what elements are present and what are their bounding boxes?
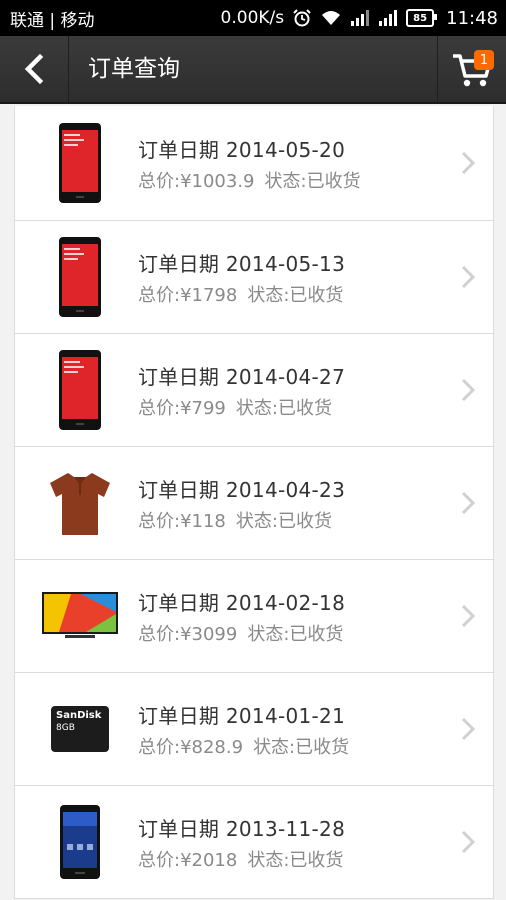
product-thumbnail — [25, 227, 135, 327]
signal-icon — [378, 9, 398, 27]
tv-icon — [42, 592, 118, 638]
order-total: ¥799 — [180, 397, 226, 419]
order-status: 已收货 — [289, 849, 344, 871]
total-label: 总价: — [138, 284, 181, 306]
carrier-text: 联通 | 移动 — [10, 10, 95, 31]
red-phone-icon — [59, 237, 101, 317]
chevron-right-icon — [461, 378, 475, 402]
total-label: 总价: — [138, 510, 181, 532]
order-total: ¥1798 — [180, 284, 238, 306]
status-label: 状态: — [264, 170, 307, 192]
red-phone-icon — [59, 350, 101, 430]
order-total: ¥118 — [180, 510, 226, 532]
status-label: 状态: — [235, 397, 278, 419]
order-status: 已收货 — [306, 170, 361, 192]
product-thumbnail — [25, 792, 135, 892]
order-item[interactable]: 订单日期 2014-02-18 总价:¥3099 状态:已收货 — [15, 560, 493, 673]
product-thumbnail — [25, 340, 135, 440]
date-label: 订单日期 — [138, 477, 220, 502]
date-label: 订单日期 — [138, 590, 220, 615]
order-item[interactable]: 订单日期 2014-04-27 总价:¥799 状态:已收货 — [15, 334, 493, 447]
status-label: 状态: — [247, 284, 290, 306]
back-arrow-icon — [24, 54, 44, 84]
total-label: 总价: — [138, 623, 181, 645]
order-item[interactable]: SanDisk 8GB 订单日期 2014-01-21 总价:¥828.9 状态:… — [15, 673, 493, 786]
order-item[interactable]: 订单日期 2013-11-28 总价:¥2018 状态:已收货 — [15, 786, 493, 899]
date-label: 订单日期 — [138, 137, 220, 162]
order-total: ¥3099 — [180, 623, 238, 645]
alarm-icon — [292, 8, 312, 28]
order-item[interactable]: 订单日期 2014-05-20 总价:¥1003.9 状态:已收货 — [15, 106, 493, 221]
sd-card-icon: SanDisk 8GB — [51, 706, 109, 752]
total-label: 总价: — [138, 170, 181, 192]
total-label: 总价: — [138, 736, 181, 758]
product-thumbnail — [25, 113, 135, 213]
page-title: 订单查询 — [88, 56, 180, 82]
order-status: 已收货 — [295, 736, 350, 758]
app-header: 订单查询 1 — [0, 36, 506, 104]
chevron-right-icon — [461, 604, 475, 628]
chevron-right-icon — [461, 830, 475, 854]
order-total: ¥1003.9 — [180, 170, 255, 192]
order-date: 2014-05-13 — [225, 251, 346, 276]
polo-shirt-icon — [50, 473, 110, 535]
date-label: 订单日期 — [138, 364, 220, 389]
order-date: 2014-04-27 — [225, 364, 346, 389]
signal-icon — [350, 9, 370, 27]
status-label: 状态: — [235, 510, 278, 532]
total-label: 总价: — [138, 849, 181, 871]
red-phone-icon — [59, 123, 101, 203]
order-status: 已收货 — [289, 623, 344, 645]
order-item[interactable]: 订单日期 2014-04-23 总价:¥118 状态:已收货 — [15, 447, 493, 560]
product-thumbnail — [25, 566, 135, 666]
status-label: 状态: — [247, 849, 290, 871]
sd-size-text: 8GB — [56, 723, 75, 733]
cart-count-badge: 1 — [474, 50, 494, 70]
date-label: 订单日期 — [138, 703, 220, 728]
product-thumbnail — [25, 453, 135, 553]
back-button[interactable] — [0, 36, 69, 102]
order-date: 2013-11-28 — [225, 816, 346, 841]
status-bar: 联通 | 移动 0.00K/s 85 11:48 — [0, 0, 506, 36]
network-speed: 0.00K/s — [220, 8, 285, 28]
status-label: 状态: — [247, 623, 290, 645]
order-status: 已收货 — [277, 510, 332, 532]
status-label: 状态: — [253, 736, 296, 758]
chevron-right-icon — [461, 491, 475, 515]
date-label: 订单日期 — [138, 816, 220, 841]
order-total: ¥2018 — [180, 849, 238, 871]
chevron-right-icon — [461, 717, 475, 741]
chevron-right-icon — [461, 151, 475, 175]
order-item[interactable]: 订单日期 2014-05-13 总价:¥1798 状态:已收货 — [15, 221, 493, 334]
order-date: 2014-05-20 — [225, 137, 346, 162]
order-status: 已收货 — [277, 397, 332, 419]
chevron-right-icon — [461, 265, 475, 289]
black-phone-icon — [60, 805, 100, 879]
clock: 11:48 — [446, 7, 498, 29]
sd-brand-text: SanDisk — [56, 710, 102, 721]
total-label: 总价: — [138, 397, 181, 419]
order-date: 2014-04-23 — [225, 477, 346, 502]
order-list: 订单日期 2014-05-20 总价:¥1003.9 状态:已收货 订单日期 20… — [14, 106, 494, 899]
product-thumbnail: SanDisk 8GB — [25, 679, 135, 779]
battery-icon: 85 — [406, 9, 438, 27]
date-label: 订单日期 — [138, 251, 220, 276]
order-total: ¥828.9 — [180, 736, 244, 758]
order-date: 2014-01-21 — [225, 703, 346, 728]
order-date: 2014-02-18 — [225, 590, 346, 615]
cart-button[interactable]: 1 — [437, 36, 506, 102]
order-status: 已收货 — [289, 284, 344, 306]
wifi-icon — [320, 9, 342, 27]
